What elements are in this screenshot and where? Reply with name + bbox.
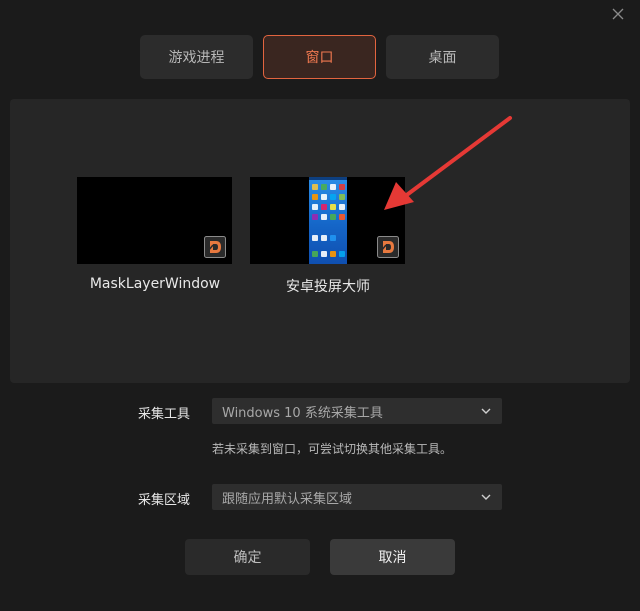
confirm-button[interactable]: 确定	[185, 539, 310, 575]
capture-area-select[interactable]: 跟随应用默认采集区域	[212, 484, 502, 510]
capture-area-label: 采集区域	[138, 493, 191, 508]
app-logo-d-icon	[204, 236, 226, 258]
window-card[interactable]: 安卓投屏大师	[250, 177, 406, 296]
tab-game-process[interactable]: 游戏进程	[140, 35, 253, 79]
window-thumbnail[interactable]	[77, 177, 232, 264]
tab-desktop[interactable]: 桌面	[386, 35, 499, 79]
capture-window-dialog: 游戏进程 窗口 桌面 MaskLayerWindow 安卓投屏大师 采集工具 W…	[0, 0, 640, 611]
capture-tool-hint: 若未采集到窗口，可尝试切换其他采集工具。	[212, 442, 453, 456]
phone-screen-preview	[309, 177, 347, 264]
window-thumbnail[interactable]	[250, 177, 405, 264]
capture-tool-select[interactable]: Windows 10 系统采集工具	[212, 398, 502, 424]
capture-area-value: 跟随应用默认采集区域	[222, 491, 353, 507]
window-preview-panel: MaskLayerWindow 安卓投屏大师	[10, 99, 630, 383]
capture-tool-label: 采集工具	[138, 407, 191, 422]
source-tabs: 游戏进程 窗口 桌面	[140, 35, 501, 79]
window-card-label: MaskLayerWindow	[89, 276, 221, 292]
close-icon[interactable]	[610, 6, 626, 22]
phone-app-grid	[309, 177, 347, 257]
window-card[interactable]: MaskLayerWindow	[77, 177, 233, 292]
window-card-label: 安卓投屏大师	[286, 279, 370, 295]
tab-window[interactable]: 窗口	[263, 35, 376, 79]
chevron-down-icon	[481, 408, 491, 414]
capture-tool-value: Windows 10 系统采集工具	[222, 405, 383, 421]
cancel-button[interactable]: 取消	[330, 539, 455, 575]
app-logo-d-icon	[377, 236, 399, 258]
chevron-down-icon	[481, 494, 491, 500]
